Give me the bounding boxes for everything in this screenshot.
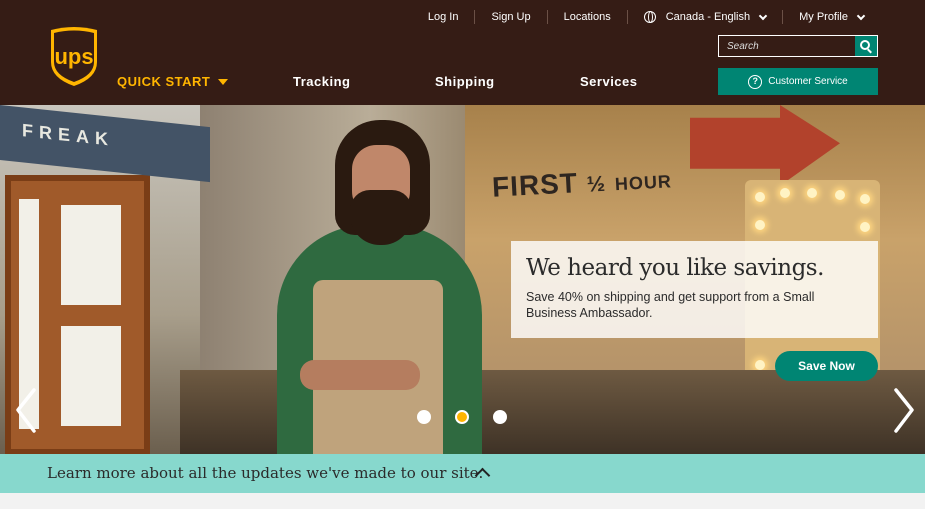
nav-shipping[interactable]: Shipping bbox=[435, 74, 495, 89]
page-below-fold bbox=[0, 493, 925, 509]
carousel-dot-1[interactable] bbox=[417, 410, 431, 424]
carousel-dot-3[interactable] bbox=[493, 410, 507, 424]
carousel-dot-2[interactable] bbox=[455, 410, 469, 424]
carousel-next-arrow-icon[interactable] bbox=[892, 388, 916, 433]
bulb bbox=[835, 190, 845, 200]
carousel-prev-arrow-icon[interactable] bbox=[14, 388, 38, 433]
login-link[interactable]: Log In bbox=[412, 10, 475, 24]
chevron-down-icon bbox=[758, 11, 768, 20]
promo-text: Save 40% on shipping and get support fro… bbox=[526, 290, 815, 320]
locations-link[interactable]: Locations bbox=[546, 10, 627, 24]
bulb bbox=[755, 192, 765, 202]
customer-service-label: Customer Service bbox=[768, 76, 848, 87]
hero-person-hands bbox=[300, 360, 420, 390]
first-text: FIRST bbox=[491, 167, 579, 203]
quick-start-menu[interactable]: QUICK START bbox=[117, 74, 229, 89]
carousel-dots bbox=[417, 410, 507, 424]
bulb bbox=[755, 220, 765, 230]
nav-tracking[interactable]: Tracking bbox=[293, 74, 350, 89]
my-profile-menu[interactable]: My Profile bbox=[782, 10, 880, 24]
language-label: Canada - English bbox=[665, 11, 751, 23]
search-button[interactable] bbox=[855, 36, 877, 56]
search-box bbox=[718, 35, 878, 57]
svg-text:ups: ups bbox=[54, 44, 93, 69]
save-now-button[interactable]: Save Now bbox=[775, 351, 878, 381]
question-circle-icon: ? bbox=[748, 74, 763, 89]
search-icon bbox=[860, 40, 870, 50]
caret-down-icon bbox=[218, 78, 229, 85]
bulb bbox=[807, 188, 817, 198]
site-update-notice[interactable]: Learn more about all the updates we've m… bbox=[0, 454, 925, 493]
promo-card: We heard you like savings. Save 40% on s… bbox=[511, 241, 878, 338]
chevron-down-icon bbox=[856, 11, 866, 20]
globe-icon bbox=[643, 11, 656, 23]
signup-link[interactable]: Sign Up bbox=[474, 10, 546, 24]
bulb bbox=[780, 188, 790, 198]
half-text: ½ bbox=[586, 170, 607, 197]
utility-nav: Log In Sign Up Locations Canada - Englis… bbox=[412, 10, 880, 24]
ups-logo[interactable]: ups bbox=[48, 26, 100, 87]
door-pane bbox=[61, 326, 121, 426]
customer-service-button[interactable]: ? Customer Service bbox=[718, 68, 878, 95]
hour-text: HOUR bbox=[614, 171, 673, 195]
site-header: ups Log In Sign Up Locations Canada - En… bbox=[0, 0, 925, 105]
language-selector[interactable]: Canada - English bbox=[626, 10, 782, 24]
notice-text: Learn more about all the updates we've m… bbox=[47, 464, 484, 482]
promo-title: We heard you like savings. bbox=[526, 255, 824, 281]
profile-label: My Profile bbox=[799, 11, 848, 23]
bulb bbox=[860, 194, 870, 204]
nav-services[interactable]: Services bbox=[580, 74, 638, 89]
bulb bbox=[860, 222, 870, 232]
quick-start-label: QUICK START bbox=[117, 74, 211, 89]
search-input[interactable] bbox=[719, 36, 856, 56]
bulb bbox=[755, 360, 765, 370]
door-pane bbox=[61, 205, 121, 305]
